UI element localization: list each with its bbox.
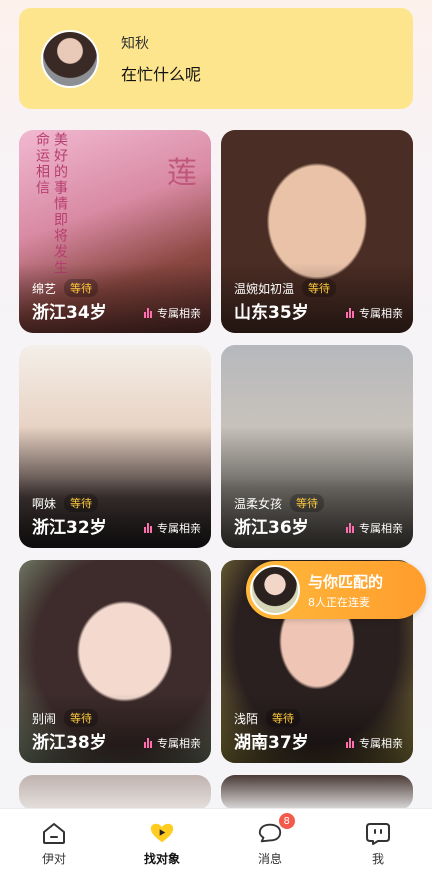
unread-badge: 8 (278, 813, 295, 829)
profile-nickname: 温柔女孩 (234, 496, 283, 511)
tab-label: 找对象 (143, 852, 180, 866)
exclusive-date-tag: 专属相亲 (144, 520, 201, 536)
exclusive-date-tag: 专属相亲 (144, 735, 201, 751)
exclusive-date-tag: 专属相亲 (346, 305, 403, 321)
audio-bars-icon (144, 308, 153, 318)
tab-label: 消息 (257, 852, 282, 866)
profile-nickname: 别闹 (32, 711, 57, 726)
status-badge: 等待 (64, 494, 99, 512)
status-badge: 等待 (302, 279, 337, 297)
profile-location-age: 浙江38岁 (32, 733, 107, 753)
status-badge: 等待 (266, 709, 301, 727)
tab-me[interactable]: 我 (324, 809, 432, 871)
message-preview: 在忙什么呢 (121, 64, 202, 84)
profile-nickname: 啊妹 (32, 496, 57, 511)
card-decoration-lotus: 莲 (167, 156, 197, 191)
audio-bars-icon (144, 738, 153, 748)
status-badge: 等待 (64, 709, 99, 727)
profile-nickname: 浅陌 (234, 711, 259, 726)
tab-find-partner[interactable]: 找对象 (108, 809, 216, 871)
tab-label: 我 (371, 852, 384, 866)
profile-location-age: 湖南37岁 (234, 733, 309, 753)
sender-avatar (41, 29, 99, 88)
profile-card-partial[interactable] (221, 775, 413, 810)
profile-location-age: 浙江36岁 (234, 518, 309, 538)
sender-name: 知秋 (121, 35, 149, 52)
card-decoration-text: 美好的事情即将发生 命运相信 (34, 132, 68, 276)
profile-card[interactable]: 别闹 等待 浙江38岁 专属相亲 (19, 560, 211, 763)
match-avatar (250, 565, 300, 615)
status-badge: 等待 (64, 279, 99, 297)
profile-card[interactable]: 温婉如初温 等待 山东35岁 专属相亲 (221, 130, 413, 333)
heart-play-icon (149, 821, 175, 845)
match-live-button[interactable]: 与你匹配的 8人正在连麦 (246, 561, 426, 619)
profile-location-age: 浙江32岁 (32, 518, 107, 538)
profile-card[interactable]: 啊妹 等待 浙江32岁 专属相亲 (19, 345, 211, 548)
profile-card[interactable]: 温柔女孩 等待 浙江36岁 专属相亲 (221, 345, 413, 548)
profile-card[interactable]: 美好的事情即将发生 命运相信 莲 绵艺 等待 浙江34岁 专属相亲 (19, 130, 211, 333)
audio-bars-icon (346, 308, 355, 318)
tab-home[interactable]: 伊对 (0, 809, 108, 871)
tab-messages[interactable]: 8 消息 (216, 809, 324, 871)
profile-face-icon (365, 821, 391, 845)
audio-bars-icon (346, 523, 355, 533)
exclusive-date-tag: 专属相亲 (346, 520, 403, 536)
tab-label: 伊对 (41, 852, 66, 866)
status-badge: 等待 (290, 494, 325, 512)
match-title: 与你匹配的 (308, 572, 384, 591)
profile-location-age: 浙江34岁 (32, 303, 107, 323)
message-banner[interactable]: 知秋 在忙什么呢 (19, 8, 413, 109)
profile-card-partial[interactable] (19, 775, 211, 810)
exclusive-date-tag: 专属相亲 (346, 735, 403, 751)
match-subtitle: 8人正在连麦 (308, 595, 370, 609)
audio-bars-icon (346, 738, 355, 748)
audio-bars-icon (144, 523, 153, 533)
bottom-tab-bar: 伊对 找对象 8 消息 我 (0, 808, 432, 871)
exclusive-date-tag: 专属相亲 (144, 305, 201, 321)
profile-nickname: 绵艺 (32, 281, 57, 296)
profile-location-age: 山东35岁 (234, 303, 309, 323)
profile-nickname: 温婉如初温 (234, 281, 295, 296)
home-icon (41, 821, 67, 845)
